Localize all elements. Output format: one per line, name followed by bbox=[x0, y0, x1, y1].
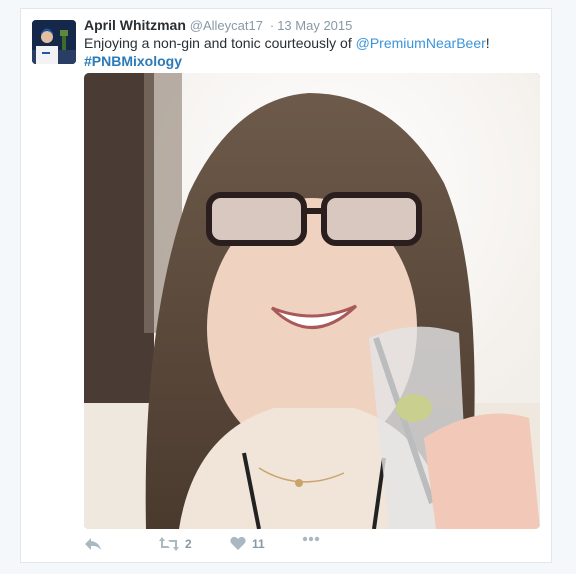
reply-button[interactable] bbox=[84, 536, 102, 552]
tweet-text-start: Enjoying a non-gin and tonic courteously… bbox=[84, 35, 356, 51]
separator: · bbox=[269, 18, 275, 33]
retweet-count: 2 bbox=[185, 537, 192, 551]
tweet-text: Enjoying a non-gin and tonic courteously… bbox=[84, 34, 539, 70]
top-divider bbox=[21, 8, 551, 9]
tweet-card[interactable]: April Whitzman @Alleycat17 · 13 May 2015 … bbox=[20, 8, 552, 563]
bottom-divider bbox=[21, 562, 551, 563]
hashtag-link[interactable]: #PNBMixology bbox=[84, 53, 182, 69]
avatar[interactable] bbox=[32, 20, 76, 64]
tweet-header: April Whitzman @Alleycat17 · 13 May 2015 bbox=[84, 16, 539, 35]
retweet-button[interactable]: 2 bbox=[159, 536, 192, 552]
timestamp[interactable]: 13 May 2015 bbox=[277, 18, 352, 33]
reply-icon bbox=[84, 536, 102, 552]
like-button[interactable]: 11 bbox=[230, 536, 265, 551]
tweet-photo[interactable] bbox=[84, 73, 540, 529]
author-handle[interactable]: @Alleycat17 bbox=[190, 18, 263, 33]
like-count: 11 bbox=[252, 536, 265, 551]
more-icon bbox=[302, 536, 320, 542]
author-name[interactable]: April Whitzman bbox=[84, 17, 186, 33]
heart-icon bbox=[230, 536, 246, 551]
retweet-icon bbox=[159, 536, 179, 552]
more-button[interactable] bbox=[302, 536, 320, 542]
mention-link[interactable]: @PremiumNearBeer bbox=[356, 35, 486, 51]
tweet-text-end: ! bbox=[485, 35, 490, 51]
